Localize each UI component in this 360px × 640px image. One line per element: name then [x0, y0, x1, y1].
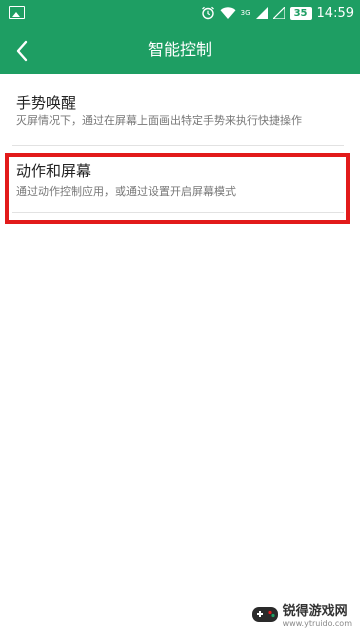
divider	[12, 212, 344, 213]
alarm-icon	[201, 6, 214, 20]
battery-indicator: 35	[289, 6, 312, 20]
item-subtitle: 灭屏情况下，通过在屏幕上面画出特定手势来执行快捷操作	[16, 114, 302, 127]
network-type: 3G	[240, 9, 251, 17]
divider	[12, 145, 344, 146]
status-bar: 3G 35 14:59	[0, 0, 360, 26]
image-notification-icon	[9, 6, 25, 19]
signal-icon-2	[272, 7, 285, 19]
watermark-url: www.ytruido.com	[282, 619, 352, 628]
status-icons: 3G 35 14:59	[201, 3, 354, 23]
gamepad-logo-icon	[251, 607, 278, 622]
watermark: 锐得游戏网 www.ytruido.com	[251, 596, 352, 632]
signal-icon-1	[255, 7, 268, 19]
item-title: 动作和屏幕	[16, 162, 92, 180]
list-item-gesture-wake[interactable]: 手势唤醒 灭屏情况下，通过在屏幕上面画出特定手势来执行快捷操作	[0, 74, 360, 148]
app-bar: 智能控制	[0, 26, 360, 74]
clock: 14:59	[316, 5, 354, 21]
item-subtitle: 通过动作控制应用，或通过设置开启屏幕模式	[16, 185, 236, 198]
watermark-brand: 锐得游戏网	[282, 604, 348, 619]
page-title: 智能控制	[147, 40, 212, 59]
wifi-icon	[220, 6, 236, 19]
list-item-motion-screen[interactable]: 动作和屏幕 通过动作控制应用，或通过设置开启屏幕模式	[0, 148, 360, 218]
item-title: 手势唤醒	[16, 94, 77, 112]
